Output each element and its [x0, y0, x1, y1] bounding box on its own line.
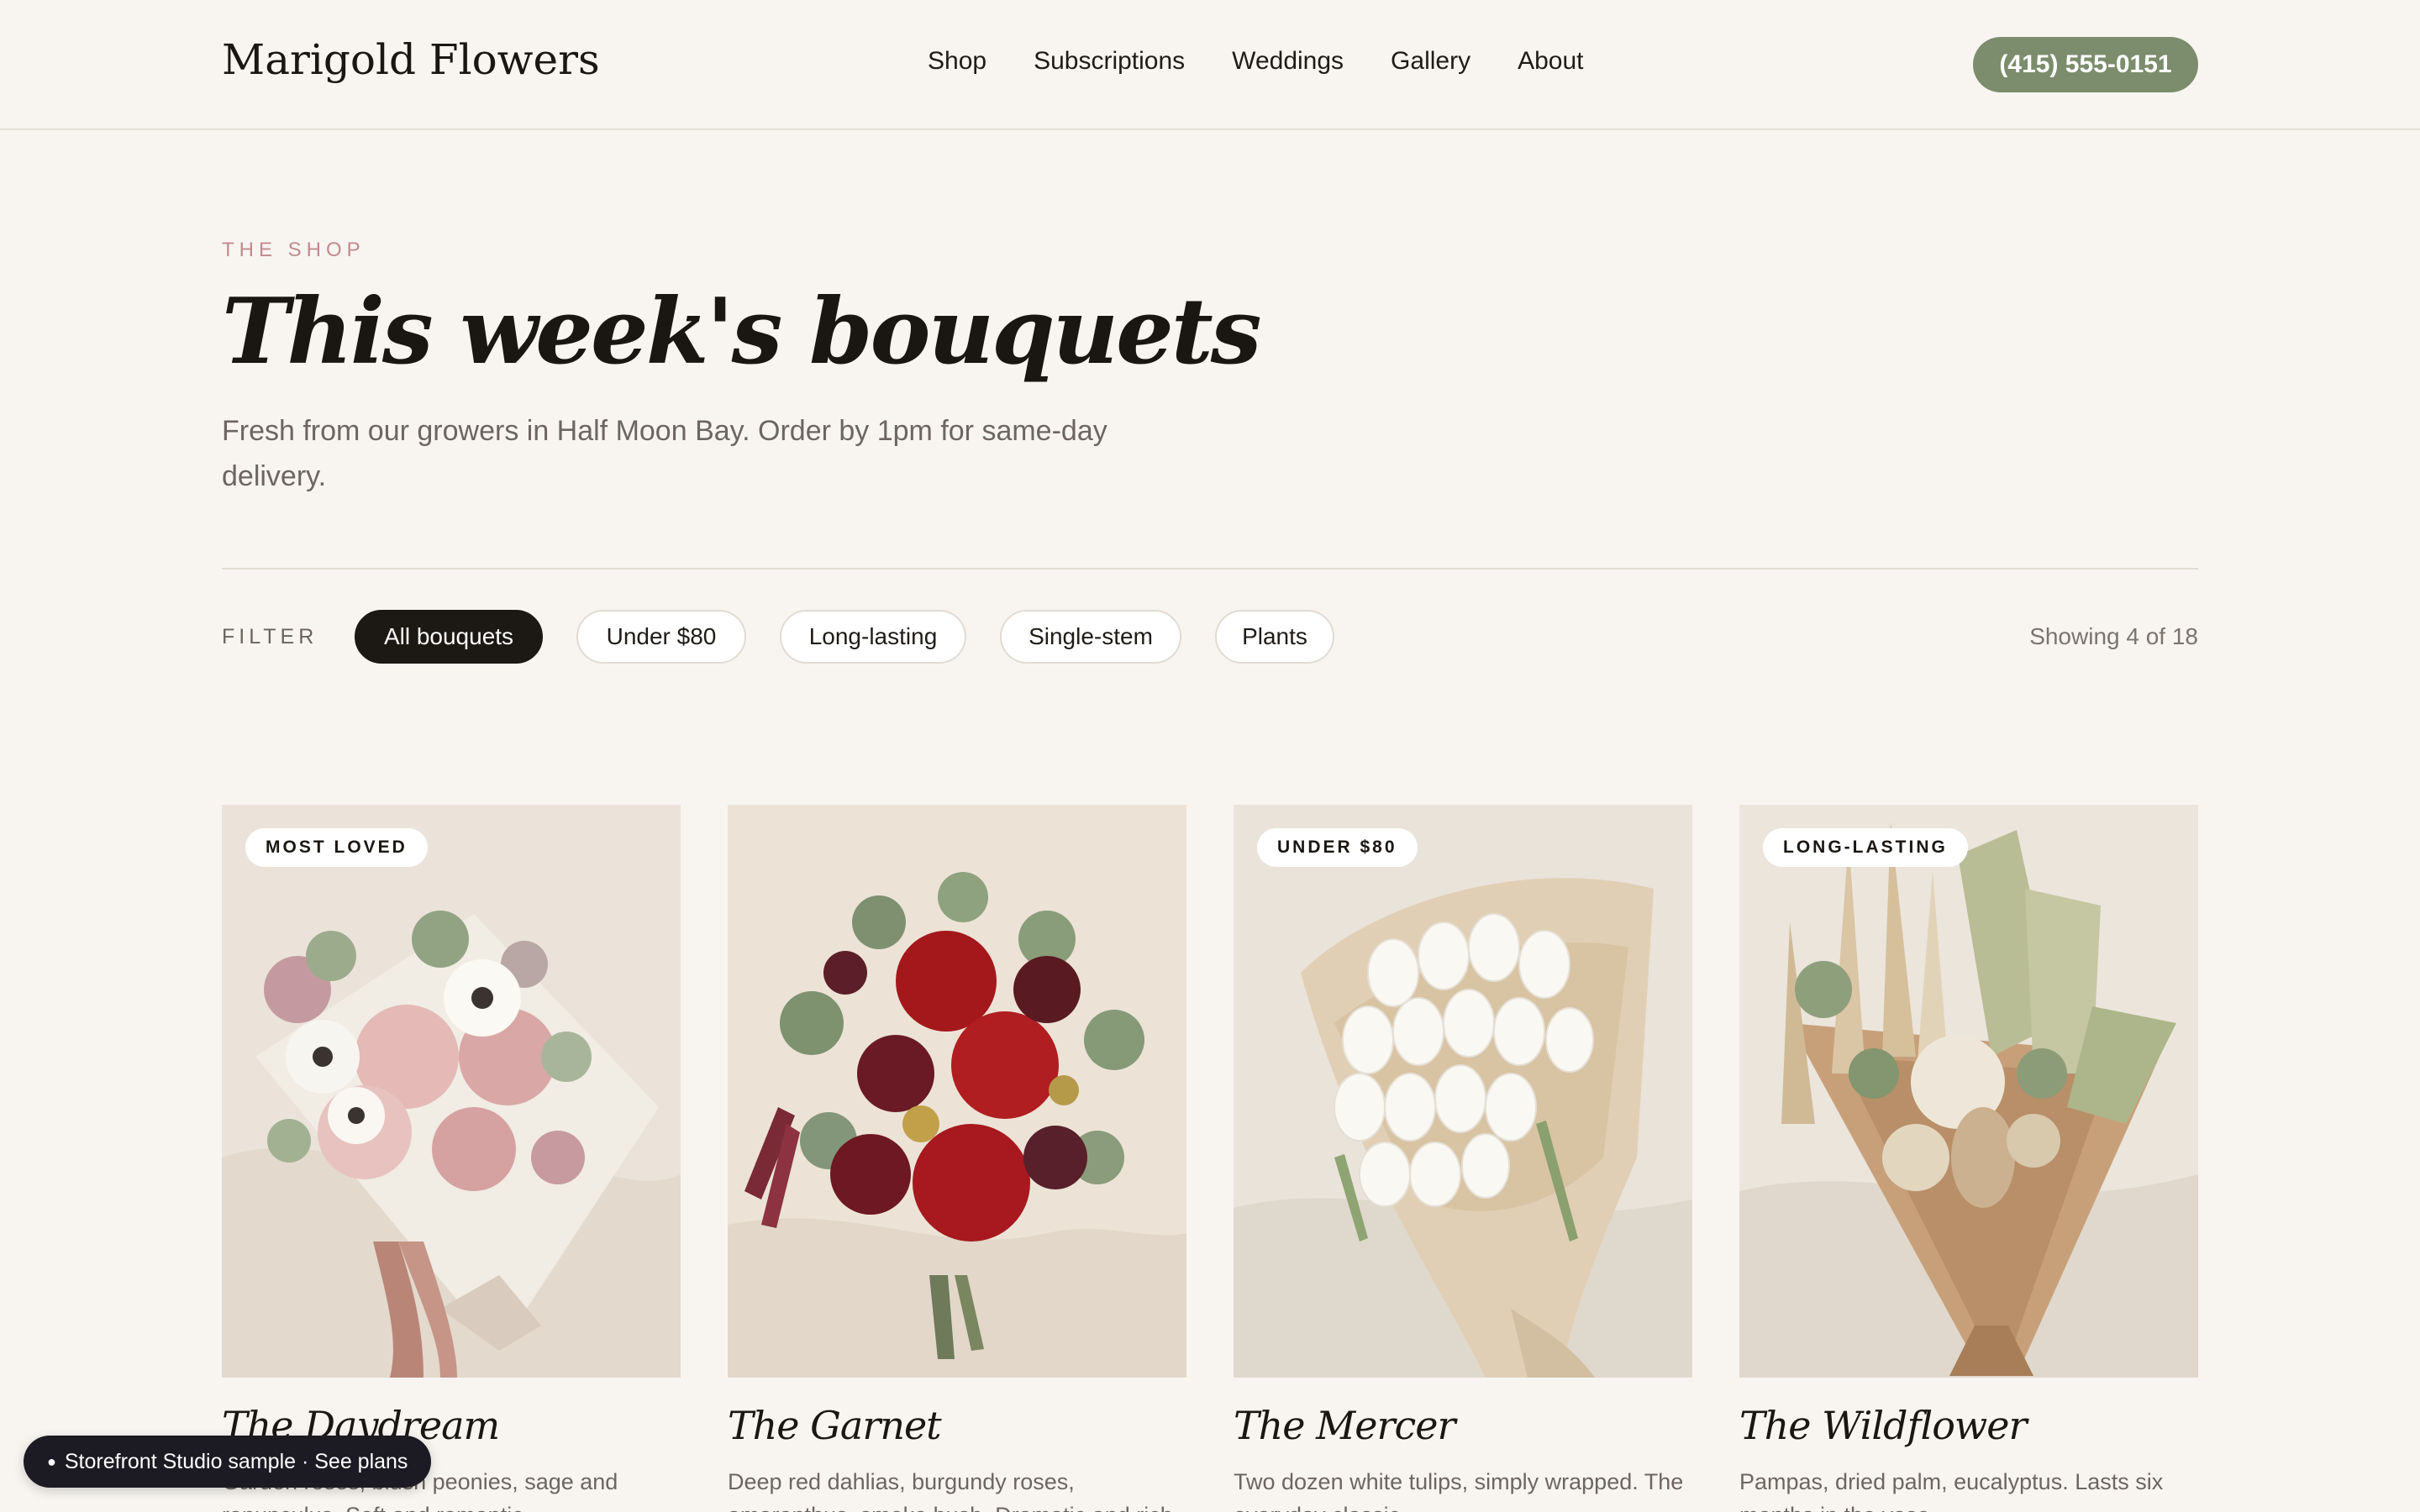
nav-link-gallery[interactable]: Gallery — [1391, 47, 1470, 76]
nav-link-shop[interactable]: Shop — [928, 47, 986, 76]
filter-chip-all-bouquets[interactable]: All bouquets — [355, 610, 543, 664]
filter-chip-long-lasting[interactable]: Long-lasting — [780, 610, 966, 664]
badge-under-80: UNDER $80 — [1257, 828, 1418, 867]
badge-long-lasting: LONG-LASTING — [1763, 828, 1968, 867]
bouquet-illustration — [1739, 805, 2198, 1378]
storefront-studio-label: Storefront Studio sample · See plans — [64, 1449, 408, 1473]
bouquet-illustration — [222, 805, 681, 1378]
product-image-mercer[interactable]: UNDER $80 — [1234, 805, 1692, 1378]
phone-button[interactable]: (415) 555-0151 — [1973, 37, 2198, 92]
nav-link-subscriptions[interactable]: Subscriptions — [1034, 47, 1185, 76]
product-card-daydream[interactable]: MOST LOVED The Daydream Garden roses, bl… — [222, 805, 681, 1512]
main-nav: Shop Subscriptions Weddings Gallery Abou… — [928, 47, 1630, 76]
filter-chip-under-80[interactable]: Under $80 — [576, 610, 746, 664]
filter-chip-single-stem[interactable]: Single-stem — [1000, 610, 1181, 664]
filter-label: FILTER — [222, 625, 318, 648]
logo[interactable]: Marigold Flowers — [222, 35, 600, 84]
page-title: This week's bouquets — [222, 279, 1262, 385]
nav-link-about[interactable]: About — [1518, 47, 1583, 76]
product-description: Two dozen white tulips, simply wrapped. … — [1234, 1469, 1684, 1512]
product-description: Deep red dahlias, burgundy roses, amaran… — [728, 1469, 1179, 1512]
product-image-daydream[interactable]: MOST LOVED — [222, 805, 681, 1378]
site-header: Marigold Flowers Shop Subscriptions Wedd… — [0, 0, 2420, 130]
storefront-studio-pill[interactable]: ● Storefront Studio sample · See plans — [24, 1436, 432, 1488]
filter-chip-plants[interactable]: Plants — [1215, 610, 1334, 664]
product-name[interactable]: The Wildflower — [1739, 1403, 2028, 1448]
result-count: Showing 4 of 18 — [2029, 623, 2198, 649]
product-card-garnet[interactable]: The Garnet Deep red dahlias, burgundy ro… — [728, 805, 1186, 1512]
product-name[interactable]: The Garnet — [728, 1403, 942, 1448]
divider — [222, 568, 2198, 570]
product-description: Pampas, dried palm, eucalyptus. Lasts si… — [1739, 1469, 2164, 1512]
section-eyebrow: THE SHOP — [222, 239, 366, 261]
bouquet-illustration — [728, 805, 1186, 1378]
nav-link-weddings[interactable]: Weddings — [1232, 47, 1344, 76]
product-image-garnet[interactable] — [728, 805, 1186, 1378]
badge-most-loved: MOST LOVED — [245, 828, 428, 867]
page-subtitle: Fresh from our growers in Half Moon Bay.… — [222, 415, 1107, 492]
dot-icon: ● — [47, 1452, 56, 1470]
bouquet-illustration — [1234, 805, 1692, 1378]
product-card-mercer[interactable]: UNDER $80 The Mercer Two dozen white tul… — [1234, 805, 1692, 1512]
page: Marigold Flowers Shop Subscriptions Wedd… — [0, 0, 2420, 1512]
product-name[interactable]: The Mercer — [1234, 1403, 1455, 1448]
product-image-wildflower[interactable]: LONG-LASTING — [1739, 805, 2198, 1378]
product-card-wildflower[interactable]: LONG-LASTING The Wildflower Pampas, drie… — [1739, 805, 2198, 1512]
